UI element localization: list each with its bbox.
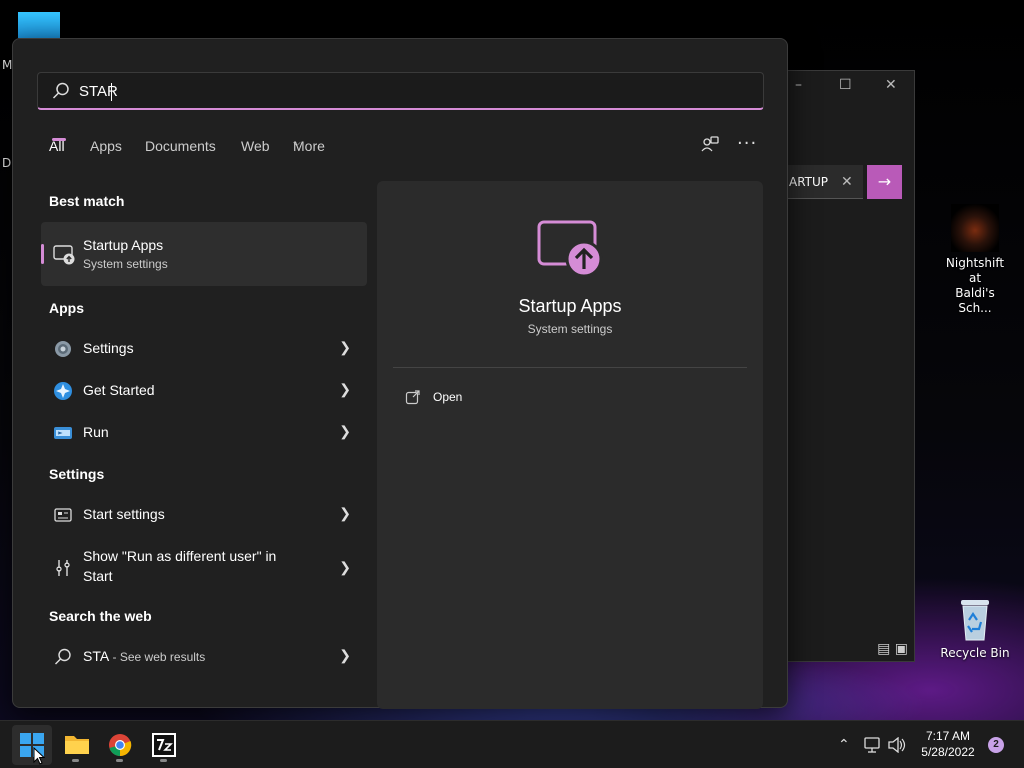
detail-subtitle: System settings xyxy=(527,322,613,336)
nightshift-icon xyxy=(951,204,999,252)
search-box[interactable] xyxy=(37,72,764,110)
clock-date: 5/28/2022 xyxy=(921,745,975,759)
detail-pane: Startup Apps System settings Open xyxy=(377,181,763,709)
clock-time: 7:17 AM xyxy=(925,729,971,743)
settings-item-start-settings[interactable]: Start settings ❯ xyxy=(41,494,367,536)
minimize-icon[interactable]: – xyxy=(795,77,802,93)
running-indicator xyxy=(116,759,123,762)
search-input[interactable] xyxy=(79,79,739,103)
best-match-name: Startup Apps xyxy=(83,237,164,253)
desktop-icon-label: Nightshift at xyxy=(945,256,1005,285)
settings-item-label-line1: Show "Run as different user" in xyxy=(83,548,277,564)
best-match-subtitle: System settings xyxy=(83,257,168,271)
7zip-icon xyxy=(152,733,176,757)
chevron-right-icon[interactable]: ❯ xyxy=(339,505,351,522)
network-icon[interactable] xyxy=(864,737,882,753)
apps-heading: Apps xyxy=(49,300,84,316)
app-item-run[interactable]: Run ❯ xyxy=(41,412,367,454)
tab-apps[interactable]: Apps xyxy=(90,138,122,154)
running-indicator xyxy=(160,759,167,762)
startup-apps-icon xyxy=(537,220,603,278)
file-explorer-button[interactable] xyxy=(56,725,96,765)
start-button[interactable] xyxy=(12,725,52,765)
search-icon xyxy=(55,648,71,665)
chevron-right-icon[interactable]: ❯ xyxy=(339,647,351,664)
app-item-label: Run xyxy=(83,424,109,440)
clock[interactable]: 7:17 AM 5/28/2022 xyxy=(910,728,986,760)
search-icon xyxy=(52,82,69,99)
notification-badge[interactable]: 2 xyxy=(988,737,1004,753)
taskbar: ⌃ 7:17 AM 5/28/2022 2 xyxy=(0,720,1024,768)
clear-icon[interactable]: ✕ xyxy=(841,165,853,199)
chrome-icon xyxy=(109,734,132,757)
run-icon xyxy=(54,427,72,439)
more-options-icon[interactable]: ··· xyxy=(737,133,757,154)
running-indicator xyxy=(72,759,79,762)
desktop-icon-label: Baldi's Sch... xyxy=(955,286,995,315)
web-search-query: STA xyxy=(83,648,110,664)
web-search-suffix: - See web results xyxy=(109,650,206,664)
start-settings-icon xyxy=(54,508,72,522)
app-item-get-started[interactable]: Get Started ❯ xyxy=(41,370,367,412)
text-caret xyxy=(111,83,112,101)
detail-title: Startup Apps xyxy=(518,296,622,316)
mouse-cursor-icon xyxy=(33,747,45,765)
startup-apps-icon xyxy=(53,245,75,265)
maximize-icon[interactable]: ☐ xyxy=(839,77,852,93)
arrow-right-icon[interactable]: → xyxy=(867,165,902,199)
best-match-item[interactable]: Startup Apps System settings xyxy=(41,222,367,286)
app-item-settings[interactable]: Settings ❯ xyxy=(41,328,367,370)
desktop-icon-partial[interactable] xyxy=(18,12,60,38)
desktop-icon-label: Recycle Bin xyxy=(940,646,1010,660)
account-switch-icon[interactable] xyxy=(701,135,719,157)
chevron-right-icon[interactable]: ❯ xyxy=(339,339,351,356)
settings-item-label-line2: Start xyxy=(83,568,113,584)
chevron-right-icon[interactable]: ❯ xyxy=(339,423,351,440)
tab-web[interactable]: Web xyxy=(241,138,270,154)
search-panel: All Apps Documents Web More ⌵ ··· Best m… xyxy=(12,38,788,709)
web-search-item[interactable]: STA - See web results ❯ xyxy=(41,636,367,678)
settings-heading: Settings xyxy=(49,466,105,482)
open-external-icon xyxy=(405,390,420,405)
tab-documents[interactable]: Documents xyxy=(145,138,216,154)
chrome-button[interactable] xyxy=(100,725,140,765)
desktop-icon-recycle-bin[interactable]: Recycle Bin xyxy=(940,598,1010,661)
file-explorer-icon xyxy=(65,736,89,754)
search-web-heading: Search the web xyxy=(49,608,152,624)
chevron-down-icon: ⌵ xyxy=(293,138,301,149)
settings-item-label: Start settings xyxy=(83,506,165,522)
close-icon[interactable]: ✕ xyxy=(885,77,897,93)
selection-indicator xyxy=(41,244,44,264)
7zip-button[interactable] xyxy=(144,725,184,765)
app-item-label: Get Started xyxy=(83,382,155,398)
recycle-bin-icon xyxy=(961,600,989,641)
gear-icon xyxy=(55,341,71,357)
best-match-heading: Best match xyxy=(49,193,125,209)
view-toggle-icon[interactable]: ▤ ▣ xyxy=(877,641,908,657)
volume-icon[interactable] xyxy=(888,737,906,753)
active-tab-indicator xyxy=(52,138,66,141)
app-item-label: Settings xyxy=(83,340,134,356)
chevron-up-icon[interactable]: ⌃ xyxy=(838,721,850,768)
get-started-icon xyxy=(54,382,72,400)
run-as-user-icon xyxy=(56,560,70,576)
divider xyxy=(393,367,747,368)
open-action[interactable]: Open xyxy=(401,386,521,410)
desktop-icon-nightshift[interactable]: Nightshift at Baldi's Sch... xyxy=(938,204,1012,316)
chevron-right-icon[interactable]: ❯ xyxy=(339,559,351,576)
desktop-partial-label: D xyxy=(2,156,12,170)
web-search-label: STA - See web results xyxy=(83,648,205,664)
open-label: Open xyxy=(433,390,463,404)
chevron-right-icon[interactable]: ❯ xyxy=(339,381,351,398)
settings-item-run-as-different-user[interactable]: Show "Run as different user" in Start ❯ xyxy=(41,542,367,594)
desktop-partial-label: M xyxy=(2,58,13,72)
